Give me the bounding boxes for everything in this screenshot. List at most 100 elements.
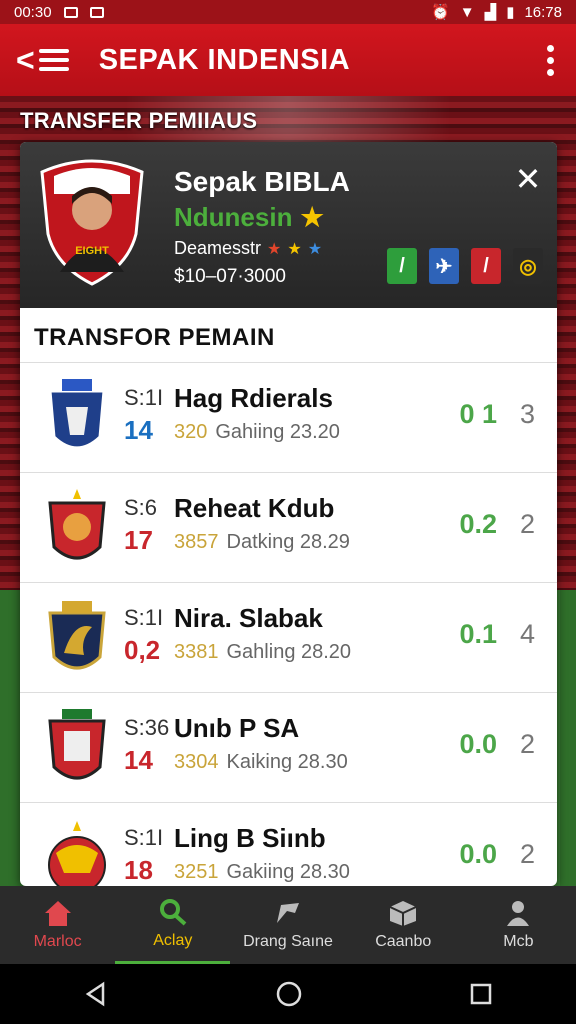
green-badge-icon[interactable]: /: [387, 248, 417, 284]
row-gold-value: 3857: [174, 531, 219, 553]
transfer-row[interactable]: S:1I 14 Hag Rdierals 320 Gahiing 23.20 0 1 3: [20, 362, 557, 472]
image-notification-icon: [63, 6, 78, 18]
mail-notification-icon: [89, 6, 104, 18]
player-name: Sepak BIBLA: [174, 166, 350, 197]
search-icon: [159, 898, 187, 925]
alarm-icon: ⏰: [431, 4, 450, 21]
row-player-name: Hag Rdierals: [174, 383, 333, 413]
row-club: Gahiing 23.20: [215, 421, 340, 443]
transfer-row[interactable]: S:1I 0,2 Nira. Slabak 3381 Gahling 28.20 0.1 4: [20, 582, 557, 692]
club-crest-icon: [48, 601, 106, 670]
club-crest-icon: [48, 709, 106, 780]
nav-label-home: Marloc: [33, 933, 82, 950]
nav-label-combo: Caanbo: [375, 933, 432, 950]
nav-label-activity: Aclay: [153, 931, 193, 949]
badge-row: / ✈ / ◎: [387, 248, 543, 284]
menu-icon[interactable]: [38, 49, 69, 71]
nav-label-game: Drang Saıne: [243, 933, 333, 950]
back-triangle-icon[interactable]: [83, 981, 109, 1007]
transfer-row[interactable]: S:6 17 Reheat Kdub 3857 Datking 28.29 0.2 2: [20, 472, 557, 582]
row-number: 17: [124, 525, 153, 555]
ball-icon: [277, 903, 299, 923]
row-rank: 2: [519, 509, 535, 539]
round-badge-icon[interactable]: ◎: [513, 248, 543, 284]
nav-label-me: Mcb: [503, 933, 534, 950]
back-icon[interactable]: <: [16, 44, 35, 76]
nav-activity[interactable]: Aclay: [115, 886, 231, 964]
row-club: Gahling 28.20: [226, 641, 352, 663]
club-crest-icon: [48, 379, 106, 450]
more-icon[interactable]: [547, 44, 560, 76]
nav-game[interactable]: Drang Saıne: [230, 886, 345, 964]
player-role: Deamesstr: [174, 238, 262, 258]
close-icon[interactable]: ✕: [511, 162, 545, 196]
row-details: 3857 Datking 28.29: [174, 531, 350, 554]
nav-me[interactable]: Mcb: [461, 886, 576, 964]
person-icon: [507, 901, 530, 926]
home-circle-icon[interactable]: [275, 980, 303, 1008]
signal-icon: ▟: [484, 4, 497, 21]
row-score: 0 1: [459, 399, 497, 429]
row-score: 0.0: [459, 839, 497, 869]
row-player-name: Ling B Siınb: [174, 823, 326, 853]
row-position: S:6: [124, 495, 158, 520]
player-country-line: Ndunesin ★: [174, 202, 324, 233]
status-clock: 16:78: [524, 3, 562, 21]
star-icon: ★: [267, 240, 282, 258]
player-country: Ndunesin: [174, 202, 293, 232]
row-number: 0,2: [124, 635, 161, 665]
wifi-icon: ▼: [459, 3, 475, 21]
home-icon: [44, 901, 71, 926]
row-rank: 4: [519, 619, 535, 649]
transfer-row[interactable]: S:1I 18 Ling B Siınb 3251 Gakiing 28.30 0.0 2: [20, 802, 557, 886]
row-details: 3251 Gakiing 28.30: [174, 861, 350, 884]
row-details: 3304 Kaiking 28.30: [174, 751, 348, 774]
row-position: S:1I: [124, 825, 164, 850]
club-crest-icon: [48, 821, 106, 886]
row-rank: 3: [519, 399, 535, 429]
row-details: 320 Gahiing 23.20: [174, 421, 340, 444]
app-title: SEPAK INDENSIA: [98, 43, 351, 76]
box-icon: [389, 901, 417, 926]
row-score: 0.1: [459, 619, 497, 649]
status-bar: 00:30 ⏰ ▼ ▟ ▮ 16:78: [0, 0, 576, 24]
row-rank: 2: [519, 729, 535, 759]
row-club: Datking 28.29: [226, 531, 350, 553]
club-crest-icon: [48, 489, 106, 560]
row-number: 18: [124, 855, 153, 885]
player-profile: EIGHT Sepak BIBLA Ndunesin ★ Deamesstr ★…: [20, 142, 557, 308]
star-icon: ★: [300, 202, 324, 232]
nav-home[interactable]: Marloc: [0, 886, 115, 964]
row-gold-value: 3251: [174, 861, 219, 883]
row-position: S:36: [124, 715, 170, 740]
player-value: $10–07·3000: [174, 266, 286, 287]
row-player-name: Nira. Slabak: [174, 603, 323, 633]
star-icon: ★: [287, 240, 302, 258]
row-details: 3381 Gahling 28.20: [174, 641, 351, 664]
transfer-row[interactable]: S:36 14 Unıb P SA 3304 Kaiking 28.30 0.0 2: [20, 692, 557, 802]
row-gold-value: 3304: [174, 751, 219, 773]
row-rank: 2: [519, 839, 535, 869]
row-score: 0.0: [459, 729, 497, 759]
red-badge-icon[interactable]: /: [471, 248, 501, 284]
row-score: 0.2: [459, 509, 497, 539]
plane-badge-icon[interactable]: ✈: [429, 248, 459, 284]
status-time: 00:30: [14, 3, 52, 21]
star-icon: ★: [307, 240, 323, 258]
row-position: S:1I: [124, 605, 164, 630]
transfer-list: S:1I 14 Hag Rdierals 320 Gahiing 23.20 0 1 3 S:…: [20, 362, 557, 886]
system-nav: [0, 964, 576, 1024]
row-player-name: Unıb P SA: [174, 713, 300, 743]
crest-text: EIGHT: [75, 245, 109, 257]
battery-icon: ▮: [506, 4, 515, 21]
row-player-name: Reheat Kdub: [174, 493, 335, 523]
list-title: TRANSFOR PEMAIN: [34, 324, 275, 351]
app-bar: < SEPAK INDENSIA: [0, 24, 576, 96]
nav-combo[interactable]: Caanbo: [346, 886, 461, 964]
section-heading: TRANSFER PEMIIAUS: [20, 108, 258, 133]
row-gold-value: 3381: [174, 641, 219, 663]
player-role-line: Deamesstr ★ ★ ★: [174, 238, 322, 259]
recents-square-icon[interactable]: [469, 982, 493, 1006]
row-position: S:1I: [124, 385, 164, 410]
row-gold-value: 320: [174, 421, 208, 443]
